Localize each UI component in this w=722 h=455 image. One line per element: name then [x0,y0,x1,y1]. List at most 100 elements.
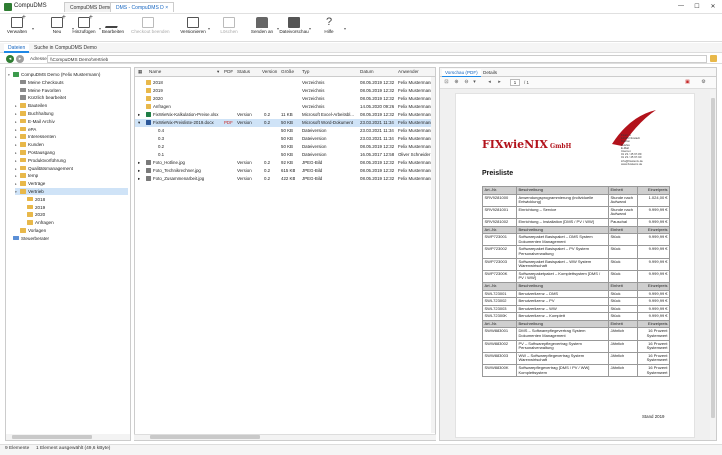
tree-item[interactable]: ▸ Verträge [15,180,128,187]
close-icon[interactable]: × [165,5,168,11]
tab-details[interactable]: Details [480,69,500,76]
address-input[interactable]: \\CompuDMS Demo\Vertrieb [47,55,707,63]
zoom-out-icon[interactable]: ⊖ [463,79,470,86]
column-status[interactable]: Status [237,69,250,74]
list-scrollbar-thumb[interactable] [150,435,260,439]
fit-page-icon[interactable]: ⊡ [443,79,450,86]
table-row[interactable]: 0.1 50 KB Dateiversion 16.05.2017 12:58 Oliv… [135,151,435,159]
tree-item[interactable]: Meine Checkouts [15,79,128,86]
back-arrow-icon[interactable]: ◂ [6,55,14,63]
row-expand-icon[interactable]: ▾ [138,119,140,127]
tab-dateien[interactable]: Dateien [4,44,30,53]
tree-item[interactable]: ▾ CompuDMS Demo (Felix Mustermann) [8,71,128,78]
ribbon-button-bearbeiten[interactable]: Bearbeiten [96,16,130,40]
cell-user-text: Felix Mustermann [398,80,433,85]
ribbon-button-versionieren[interactable]: Versionieren [176,16,210,40]
tree-item[interactable]: ▸ Kunden [15,141,128,148]
ribbon-button-label: Versionieren [180,29,206,34]
tree-item[interactable]: ▸ Buchhaltung [15,110,128,117]
table-row[interactable]: Anfragen Verzeichnis 14.05.2020 09:26 Felix… [135,103,435,111]
prev-page-icon[interactable]: ◂ [486,79,493,86]
settings-icon[interactable]: ⚙ [700,79,707,86]
tree-item[interactable]: ▾ Vertrieb [15,188,128,195]
table-row[interactable]: 0.2 50 KB Dateiversion 08.05.2019 12:32 Feli… [135,143,435,151]
folder-up-icon[interactable] [710,55,717,62]
zoom-dropdown-icon[interactable]: ▾ [471,79,478,86]
zoom-in-icon[interactable]: ⊕ [453,79,460,86]
print-icon[interactable]: ▣ [684,79,691,86]
dropdown-caret-icon[interactable]: ▾ [309,26,311,31]
tree-item[interactable]: Anfragen [22,219,128,226]
minimize-button[interactable]: — [676,3,686,9]
column-type[interactable]: Typ [302,69,309,74]
table-row[interactable]: ▸ Foto_Technikrechner.jpg Version 0.2 615 KB… [135,167,435,175]
price-cell: WW – Softwarepflegevertrag System Warenw… [516,351,609,366]
row-expand-icon[interactable]: ▸ [138,167,140,175]
doc-tab-dms[interactable]: DMS - CompuDMS D × [110,2,175,12]
dropdown-caret-icon[interactable]: ▾ [344,26,346,31]
table-row[interactable]: ▸ Foto_Zusammenarbeit.jpg Version 0.2 422 KB… [135,175,435,183]
tree-item[interactable]: ▸ Postausgang [15,149,128,156]
dropdown-caret-icon[interactable]: ▾ [32,26,34,31]
price-cell: 9.999,99 € [636,269,671,283]
ribbon-button-löschen[interactable]: Löschen [212,16,246,40]
page-number-input[interactable]: 1 [510,79,520,86]
tree-item[interactable]: ▸ Bauteilen [15,102,128,109]
column-name[interactable]: Name [149,69,161,74]
tree-item[interactable]: Steuerberater [8,235,128,242]
column-pdf[interactable]: PDF [224,69,233,74]
row-expand-icon-text: ▸ [138,160,141,165]
folder-icon [20,157,26,163]
ribbon-button-verwalten[interactable]: Verwalten [0,14,34,40]
tree-item[interactable]: ▸ Produktvorführung [15,157,128,164]
close-window-button[interactable]: ✕ [708,3,718,10]
row-expand-icon[interactable]: ▸ [138,111,140,119]
tree-item[interactable]: Meine Favoriten [15,87,128,94]
ribbon-button-senden-an[interactable]: Senden an [245,16,279,40]
ribbon-button-hilfe[interactable]: ? Hilfe [312,16,346,40]
cell-name-text: FixWieNix-Preisliste-2019.docx [153,120,214,125]
table-row[interactable]: ▸ FixWieNix-Kalkulation-Preise.xlsx Versio… [135,111,435,119]
row-expand-icon[interactable]: ▸ [138,159,140,167]
tab-suche[interactable]: Suche in CompuDMS Demo [30,44,101,53]
table-row[interactable]: ▾ FixWieNix-Preisliste-2019.docx PDF Versio… [135,119,435,127]
table-row[interactable]: 2019 Verzeichnis 08.05.2019 12:32 Felix Mus… [135,87,435,95]
preview-scrollbar-thumb[interactable] [711,98,715,418]
table-row[interactable]: 2020 Verzeichnis 08.05.2019 12:32 Felix Mus… [135,95,435,103]
tree-item-label: 2018 [35,196,46,202]
dropdown-caret-icon[interactable]: ▾ [208,26,210,31]
select-all-icon[interactable]: ▦ [138,69,142,75]
price-row: SWW883001 DMS – Softwarepflegevertrag Sys… [482,327,671,341]
column-user[interactable]: Anwender [398,69,419,74]
tree-item[interactable]: Kürzlich bearbeitet [15,94,128,101]
folder-icon [20,165,26,171]
tree-item[interactable]: ▸ ePA [15,126,128,133]
column-date[interactable]: Datum [360,69,374,74]
maximize-button[interactable]: ☐ [692,3,702,10]
list-vertical-scrollbar[interactable] [431,77,435,433]
table-row[interactable]: ▸ Foto_Hotline.jpg Version 0.2 92 KB JPEG-Bil… [135,159,435,167]
cell-type: Dateiversion [302,143,358,151]
cell-name-text: 2019 [153,88,163,93]
cell-type: JPEG-Bild [302,159,358,167]
cell-name-text: 0.1 [158,152,165,157]
ribbon-button-checkout-beenden[interactable]: Checkout beenden [131,16,170,40]
tree-item[interactable]: 2020 [22,211,128,218]
tree-scrollbar-thumb[interactable] [12,435,92,439]
tree-item[interactable]: ▸ temp [15,172,128,179]
tree-item[interactable]: ▸ E-Mail Archiv [15,118,128,125]
ribbon-button-dateivorschau[interactable]: Dateivorschau [277,16,311,40]
row-expand-icon[interactable]: ▸ [138,175,140,183]
tree-item[interactable]: 2018 [22,196,128,203]
table-row[interactable]: 0.4 50 KB Dateiversion 23.03.2021 11:34 Feli… [135,127,435,135]
tree-item[interactable]: Vorlagen [15,227,128,234]
table-row[interactable]: 0.3 50 KB Dateiversion 23.03.2021 11:34 Feli… [135,135,435,143]
table-row[interactable]: 2018 Verzeichnis 08.05.2019 12:32 Felix Mus… [135,79,435,87]
next-page-icon[interactable]: ▸ [496,79,503,86]
column-size[interactable]: Größe [281,69,294,74]
tree-item[interactable]: 2019 [22,204,128,211]
tree-item[interactable]: ▸ Interessenten [15,133,128,140]
forward-arrow-icon[interactable]: ▸ [16,55,24,63]
tree-item[interactable]: ▸ Qualitätsmanagement [15,165,128,172]
column-version[interactable]: Version [262,69,277,74]
